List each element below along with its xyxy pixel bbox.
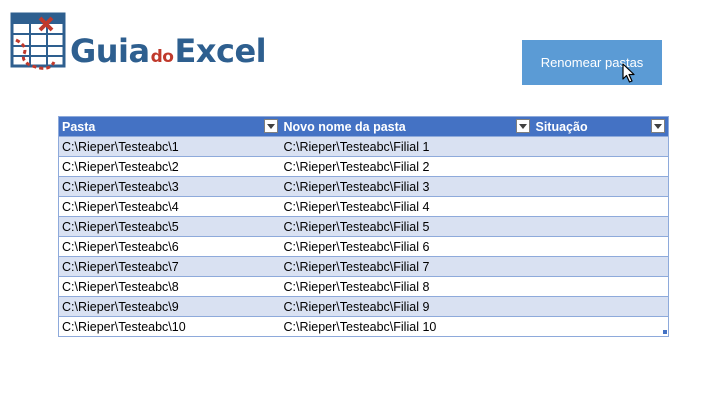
- rename-folders-button[interactable]: Renomear pastas: [522, 40, 662, 85]
- cell-pasta[interactable]: C:\Rieper\Testeabc\5: [58, 216, 281, 237]
- cell-novo-nome[interactable]: C:\Rieper\Testeabc\Filial 8: [280, 276, 533, 297]
- filter-dropdown-icon[interactable]: [515, 119, 530, 133]
- cell-pasta[interactable]: C:\Rieper\Testeabc\1: [58, 136, 281, 157]
- cell-novo-nome[interactable]: C:\Rieper\Testeabc\Filial 1: [280, 136, 533, 157]
- cell-pasta[interactable]: C:\Rieper\Testeabc\7: [58, 256, 281, 277]
- column-header-novo-nome: Novo nome da pasta: [280, 116, 533, 137]
- filter-dropdown-icon[interactable]: [263, 119, 278, 133]
- cell-situacao[interactable]: [532, 216, 669, 237]
- cell-pasta[interactable]: C:\Rieper\Testeabc\6: [58, 236, 281, 257]
- cell-pasta[interactable]: C:\Rieper\Testeabc\8: [58, 276, 281, 297]
- logo-text: GuiadoExcel: [70, 32, 267, 70]
- column-header-situacao: Situação: [532, 116, 669, 137]
- table-row: C:\Rieper\Testeabc\8 C:\Rieper\Testeabc\F…: [58, 276, 669, 297]
- cell-situacao[interactable]: [532, 156, 669, 177]
- cell-situacao[interactable]: [532, 276, 669, 297]
- cell-pasta[interactable]: C:\Rieper\Testeabc\10: [58, 316, 281, 337]
- cell-novo-nome[interactable]: C:\Rieper\Testeabc\Filial 6: [280, 236, 533, 257]
- column-header-label: Situação: [535, 119, 588, 134]
- table-row: C:\Rieper\Testeabc\7 C:\Rieper\Testeabc\F…: [58, 256, 669, 277]
- cell-pasta[interactable]: C:\Rieper\Testeabc\9: [58, 296, 281, 317]
- mouse-pointer-icon: [622, 63, 635, 83]
- table-row: C:\Rieper\Testeabc\10 C:\Rieper\Testeabc\…: [58, 316, 669, 337]
- column-header-label: Pasta: [62, 119, 96, 134]
- logo-text-guia: Guia: [70, 32, 150, 70]
- cell-pasta[interactable]: C:\Rieper\Testeabc\4: [58, 196, 281, 217]
- table-row: C:\Rieper\Testeabc\5 C:\Rieper\Testeabc\F…: [58, 216, 669, 237]
- cell-novo-nome[interactable]: C:\Rieper\Testeabc\Filial 10: [280, 316, 533, 337]
- column-header-pasta: Pasta: [58, 116, 281, 137]
- cell-novo-nome[interactable]: C:\Rieper\Testeabc\Filial 2: [280, 156, 533, 177]
- cell-situacao[interactable]: [532, 236, 669, 257]
- cell-novo-nome[interactable]: C:\Rieper\Testeabc\Filial 9: [280, 296, 533, 317]
- logo-text-excel: Excel: [174, 32, 267, 70]
- cell-pasta[interactable]: C:\Rieper\Testeabc\3: [58, 176, 281, 197]
- cell-novo-nome[interactable]: C:\Rieper\Testeabc\Filial 4: [280, 196, 533, 217]
- table-row: C:\Rieper\Testeabc\2 C:\Rieper\Testeabc\F…: [58, 156, 669, 177]
- cell-novo-nome[interactable]: C:\Rieper\Testeabc\Filial 3: [280, 176, 533, 197]
- table-row: C:\Rieper\Testeabc\6 C:\Rieper\Testeabc\F…: [58, 236, 669, 257]
- table-resize-handle[interactable]: [663, 330, 667, 334]
- logo-text-do: do: [150, 47, 174, 67]
- table-row: C:\Rieper\Testeabc\9 C:\Rieper\Testeabc\F…: [58, 296, 669, 317]
- cell-situacao[interactable]: [532, 296, 669, 317]
- spreadsheet-logo-icon: [10, 12, 66, 70]
- cell-situacao[interactable]: [532, 256, 669, 277]
- cell-novo-nome[interactable]: C:\Rieper\Testeabc\Filial 5: [280, 216, 533, 237]
- cell-novo-nome[interactable]: C:\Rieper\Testeabc\Filial 7: [280, 256, 533, 277]
- cell-pasta[interactable]: C:\Rieper\Testeabc\2: [58, 156, 281, 177]
- folders-table: Pasta Novo nome da pasta Situação C:\Rie…: [58, 116, 669, 337]
- guia-do-excel-logo: GuiadoExcel: [10, 10, 280, 72]
- table-row: C:\Rieper\Testeabc\4 C:\Rieper\Testeabc\F…: [58, 196, 669, 217]
- column-header-label: Novo nome da pasta: [283, 119, 406, 134]
- table-row: C:\Rieper\Testeabc\3 C:\Rieper\Testeabc\F…: [58, 176, 669, 197]
- table-header-row: Pasta Novo nome da pasta Situação: [58, 116, 669, 137]
- filter-dropdown-icon[interactable]: [651, 119, 665, 133]
- cell-situacao[interactable]: [532, 176, 669, 197]
- cell-situacao[interactable]: [532, 136, 669, 157]
- cell-situacao[interactable]: [532, 196, 669, 217]
- cell-situacao[interactable]: [532, 316, 669, 337]
- table-row: C:\Rieper\Testeabc\1 C:\Rieper\Testeabc\F…: [58, 136, 669, 157]
